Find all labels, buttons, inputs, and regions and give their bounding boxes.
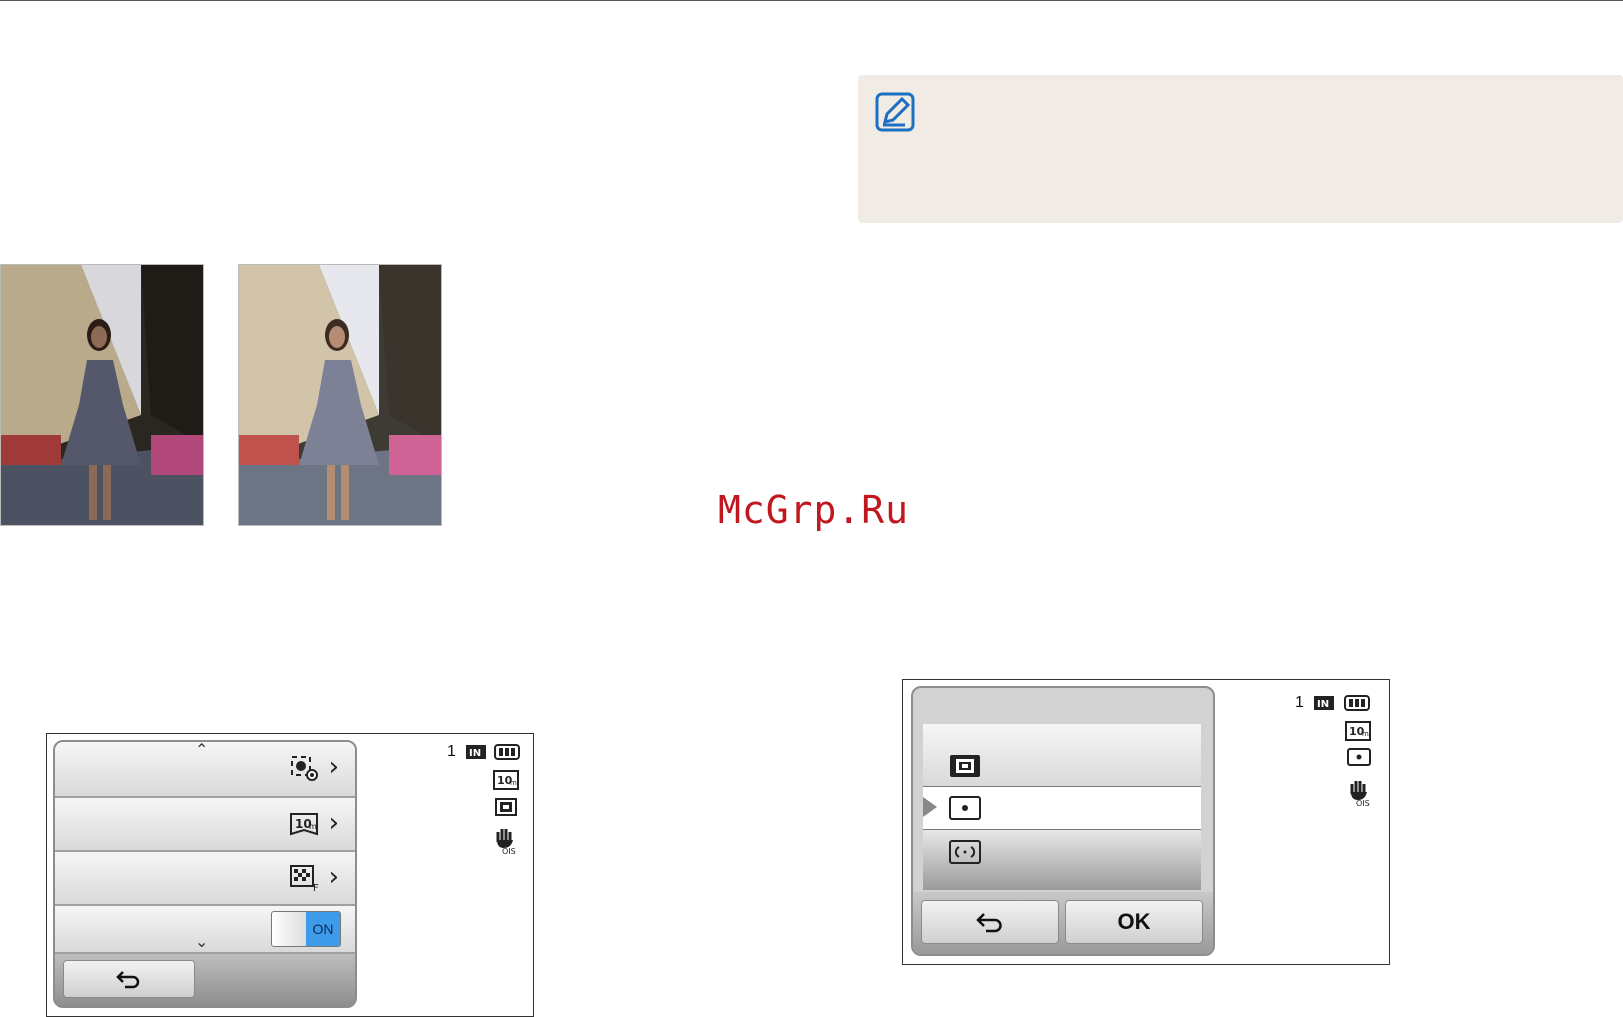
metering-center-weighted-icon xyxy=(949,840,981,864)
resolution-10m-icon: 10 m xyxy=(290,813,318,836)
quality-fine-icon: F xyxy=(290,865,319,892)
svg-text:OIS: OIS xyxy=(502,847,516,854)
watermark-text: McGrp.Ru xyxy=(718,488,910,532)
metering-panel: OK xyxy=(911,686,1215,956)
internal-memory-icon: IN xyxy=(1314,696,1334,710)
back-arrow-icon xyxy=(976,913,1002,933)
settings-panel: ⌃ › 10 m › F › ON ⌄ xyxy=(53,740,357,1008)
selection-arrow-icon xyxy=(923,797,937,817)
bottom-bar xyxy=(55,954,355,1006)
photo-example-before xyxy=(0,264,204,526)
toggle-switch[interactable]: ON xyxy=(271,911,341,947)
back-arrow-icon xyxy=(116,971,140,989)
face-detection-icon xyxy=(291,756,318,781)
metering-spot-icon xyxy=(949,796,981,820)
toggle-on-label: ON xyxy=(306,912,340,946)
note-pencil-icon xyxy=(875,92,915,132)
top-rule xyxy=(0,0,1623,1)
svg-text:m: m xyxy=(1362,730,1369,738)
battery-full-icon xyxy=(494,744,520,760)
note-box xyxy=(858,75,1623,223)
camera-screen-settings: ⌃ › 10 m › F › ON ⌄ 1 IN 10 m OIS xyxy=(46,733,534,1017)
internal-memory-icon: IN xyxy=(466,745,486,759)
svg-text:m: m xyxy=(510,779,517,787)
ok-button-label: OK xyxy=(1117,909,1151,934)
metering-multi-icon xyxy=(950,755,980,777)
settings-row-toggle[interactable]: ON ⌄ xyxy=(55,906,355,954)
photo-example-after xyxy=(238,264,442,526)
ok-button[interactable]: OK xyxy=(1065,900,1203,944)
resolution-10m-icon: 10 m xyxy=(1345,721,1371,741)
chevron-right-icon: › xyxy=(328,862,339,892)
shots-remaining: 1 xyxy=(447,743,456,760)
metering-option-multi[interactable] xyxy=(923,724,1201,787)
metering-multi-icon xyxy=(495,798,517,816)
settings-row-quality[interactable]: F › xyxy=(55,852,355,906)
settings-row-face-detection[interactable]: ⌃ › xyxy=(55,742,355,798)
metering-option-center-weighted[interactable] xyxy=(923,830,1201,890)
svg-text:F: F xyxy=(313,883,319,892)
svg-text:IN: IN xyxy=(469,748,481,759)
back-button[interactable] xyxy=(921,900,1059,944)
settings-row-resolution[interactable]: 10 m › xyxy=(55,798,355,852)
svg-text:IN: IN xyxy=(1317,699,1329,710)
back-button[interactable] xyxy=(63,960,195,998)
chevron-down-icon[interactable]: ⌄ xyxy=(195,932,208,952)
svg-text:OIS: OIS xyxy=(1356,799,1370,806)
svg-text:m: m xyxy=(309,822,317,831)
metering-option-spot[interactable] xyxy=(923,787,1201,830)
battery-full-icon xyxy=(1344,695,1370,711)
bottom-bar: OK xyxy=(913,892,1213,954)
metering-options-list xyxy=(923,724,1201,890)
ois-icon: OIS xyxy=(1350,781,1370,806)
resolution-10m-icon: 10 m xyxy=(493,770,519,790)
ois-icon: OIS xyxy=(496,829,516,854)
chevron-right-icon: › xyxy=(328,808,339,838)
camera-screen-metering: OK 1 IN 10 m OIS xyxy=(902,679,1390,965)
chevron-right-icon: › xyxy=(328,752,339,782)
chevron-up-icon[interactable]: ⌃ xyxy=(195,742,208,760)
metering-spot-icon xyxy=(1347,748,1371,766)
shots-remaining: 1 xyxy=(1295,694,1304,711)
